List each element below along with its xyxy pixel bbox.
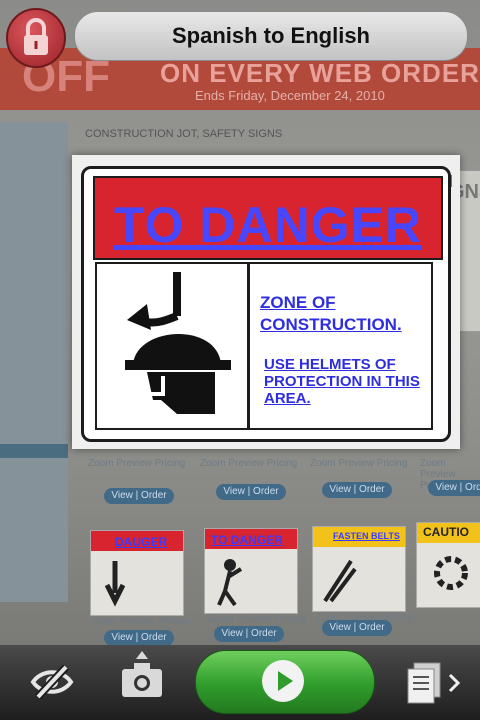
- pages-icon[interactable]: [404, 661, 464, 705]
- view-order-button[interactable]: View | Order: [428, 480, 480, 496]
- tools-icon: [323, 559, 357, 603]
- thumbnail-translation: TO DANGER: [211, 533, 283, 547]
- worker-icon: [217, 559, 243, 607]
- sidebar-band: [0, 444, 68, 458]
- sign-thumbnail[interactable]: DAUGER: [90, 530, 184, 616]
- camera-icon[interactable]: [120, 649, 164, 701]
- sign-text-panel: ZONE OF CONSTRUCTION. USE HELMETS OF PRO…: [248, 262, 433, 430]
- sign-thumbnail[interactable]: FASTEN BELTS: [312, 526, 406, 612]
- play-icon: [262, 660, 304, 702]
- sign-thumbnail[interactable]: TO DANGER: [204, 528, 298, 614]
- sign-title: TO DANGER: [113, 197, 423, 253]
- view-order-button[interactable]: View | Order: [322, 620, 392, 636]
- zoom-preview-link[interactable]: Zoom Preview Pricing: [92, 616, 189, 627]
- view-order-button[interactable]: View | Order: [214, 626, 284, 642]
- sign-text-line-1: ZONE OF CONSTRUCTION.: [260, 293, 402, 334]
- zoom-preview-link[interactable]: Zoom Preview Pricing: [88, 458, 185, 469]
- thumbnail-translation: DAUGER: [115, 535, 168, 549]
- view-order-button[interactable]: View | Order: [216, 484, 286, 500]
- bottom-toolbar: [0, 645, 480, 720]
- banner-every-text: ON EVERY WEB ORDER: [160, 58, 480, 88]
- view-order-button[interactable]: View | Order: [104, 630, 174, 645]
- lock-icon: [24, 18, 48, 55]
- thumbnail-header-text: CAUTIO: [423, 525, 469, 539]
- background-sidebar: [0, 122, 68, 602]
- start-translation-button[interactable]: [195, 650, 375, 714]
- sign-pictogram: [95, 262, 249, 430]
- thumbnail-translation: FASTEN BELTS: [333, 531, 400, 541]
- sign-thumbnail[interactable]: CAUTIO: [416, 522, 480, 608]
- banner-sub-text: Ends Friday, December 24, 2010: [195, 88, 385, 103]
- lock-button[interactable]: [6, 8, 66, 68]
- language-pair-title[interactable]: Spanish to English: [74, 11, 468, 61]
- background-breadcrumb: CONSTRUCTION JOT, SAFETY SIGNS: [85, 128, 283, 140]
- camera-viewport: OFF ON EVERY WEB ORDER Ends Friday, Dece…: [0, 0, 480, 645]
- eye-slash-icon[interactable]: [30, 665, 74, 699]
- danger-sign: TO DANGER ZONE OF CONSTRUCTION. USE HELM…: [81, 166, 451, 442]
- sign-header: TO DANGER: [93, 176, 443, 260]
- thumbnail-header: CAUTIO: [417, 523, 480, 543]
- arrow-down-icon: [105, 561, 125, 607]
- sign-text-line-2: USE HELMETS OF PROTECTION IN THIS AREA.: [264, 356, 420, 407]
- view-order-button[interactable]: View | Order: [104, 488, 174, 504]
- view-order-button[interactable]: View | Order: [322, 482, 392, 498]
- zoom-preview-link[interactable]: Zoom Preview Pricing: [200, 458, 297, 469]
- cog-icon: [434, 556, 468, 590]
- zoom-preview-link[interactable]: Zoom Preview Pricing: [310, 458, 407, 469]
- hard-hat-icon: [125, 272, 231, 414]
- zoom-preview-link[interactable]: Zoom Preview Pricing: [208, 614, 305, 625]
- translation-overlay[interactable]: × TO DANGER ZONE: [72, 155, 460, 449]
